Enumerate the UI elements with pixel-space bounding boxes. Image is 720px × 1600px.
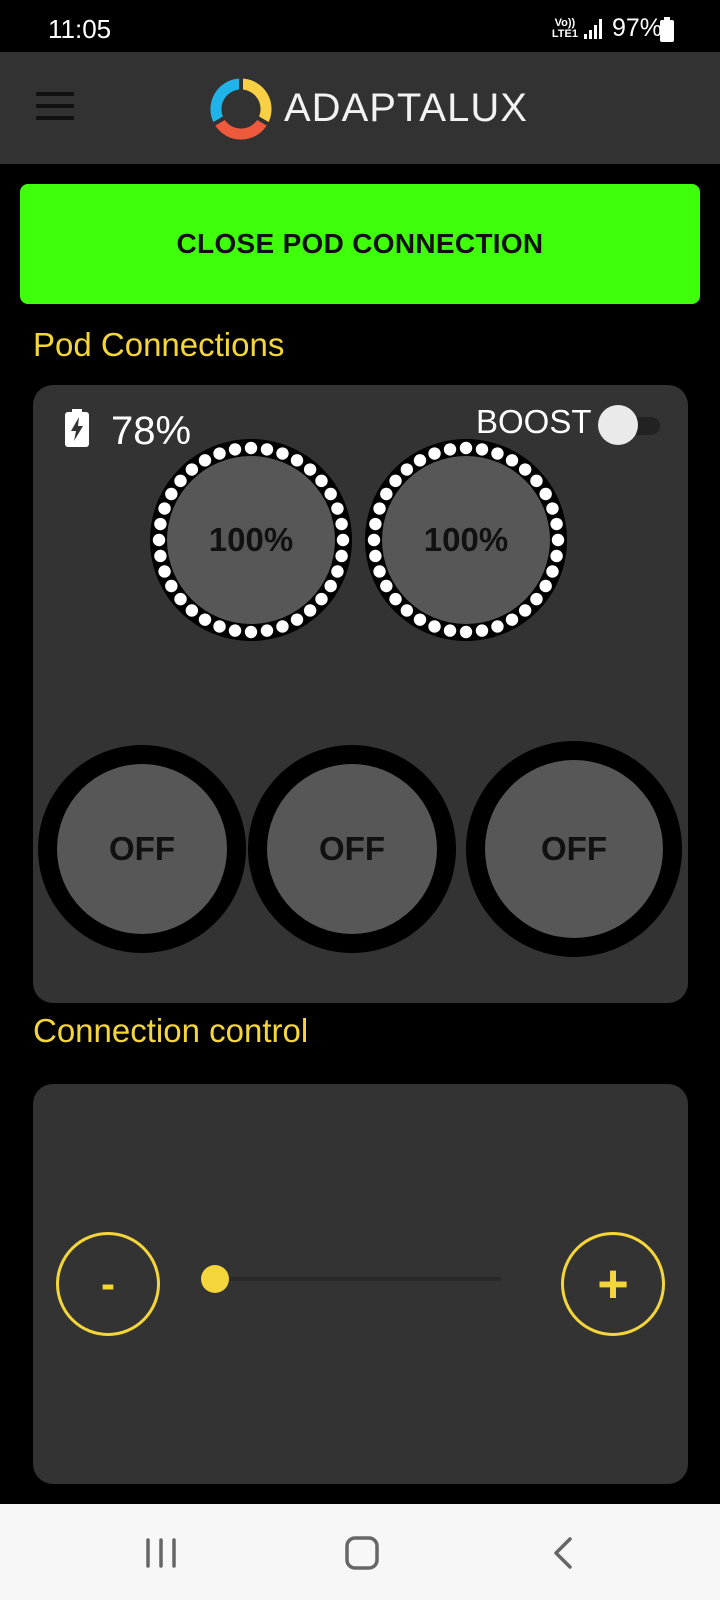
recent-apps-icon[interactable] xyxy=(131,1528,191,1578)
system-navigation-bar xyxy=(0,1504,720,1600)
connection-control-card: - + xyxy=(33,1084,688,1484)
boost-label: BOOST xyxy=(476,403,592,440)
switch-1-label: OFF xyxy=(57,764,227,934)
home-icon[interactable] xyxy=(332,1528,392,1578)
switch-3-label: OFF xyxy=(485,760,663,938)
dial-2-value: 100% xyxy=(423,521,509,558)
close-pod-connection-button[interactable]: CLOSE POD CONNECTION xyxy=(20,184,700,304)
boost-toggle[interactable] xyxy=(598,405,660,445)
status-indicators: Vo)) LTE1 97% xyxy=(552,14,662,43)
dial-1-value: 100% xyxy=(208,521,294,558)
switch-2-label: OFF xyxy=(267,764,437,934)
light-switch-2[interactable]: OFF xyxy=(248,745,456,953)
slider-track xyxy=(213,1277,501,1281)
light-switch-3[interactable]: OFF xyxy=(466,741,682,957)
connection-slider[interactable] xyxy=(201,1264,501,1294)
status-bar: 11:05 Vo)) LTE1 97% xyxy=(0,0,720,52)
light-dial-2[interactable]: 100% xyxy=(363,437,569,643)
signal-icon xyxy=(583,18,602,39)
pod-connections-title: Pod Connections xyxy=(33,326,285,363)
battery-percent: 97% xyxy=(611,14,662,42)
boost-toggle-knob xyxy=(598,405,638,445)
increase-button[interactable]: + xyxy=(561,1232,665,1336)
back-icon[interactable] xyxy=(534,1528,594,1578)
app-bar: ADAPTALUX xyxy=(0,52,720,164)
menu-icon[interactable] xyxy=(36,92,74,120)
battery-icon xyxy=(660,17,674,42)
light-switch-1[interactable]: OFF xyxy=(38,745,246,953)
status-time: 11:05 xyxy=(48,14,112,44)
slider-thumb[interactable] xyxy=(201,1265,229,1293)
pod-connections-card: 78% BOOST 100% 100% OFF OFF OFF xyxy=(33,385,688,1003)
volte-indicator: Vo)) LTE1 xyxy=(551,16,578,40)
brand-name: ADAPTALUX xyxy=(284,86,528,130)
connection-control-title: Connection control xyxy=(33,1012,309,1049)
battery-charging-icon xyxy=(65,409,89,447)
light-dial-1[interactable]: 100% xyxy=(148,437,354,643)
adaptalux-logo-icon xyxy=(210,78,272,140)
decrease-button[interactable]: - xyxy=(56,1232,160,1336)
